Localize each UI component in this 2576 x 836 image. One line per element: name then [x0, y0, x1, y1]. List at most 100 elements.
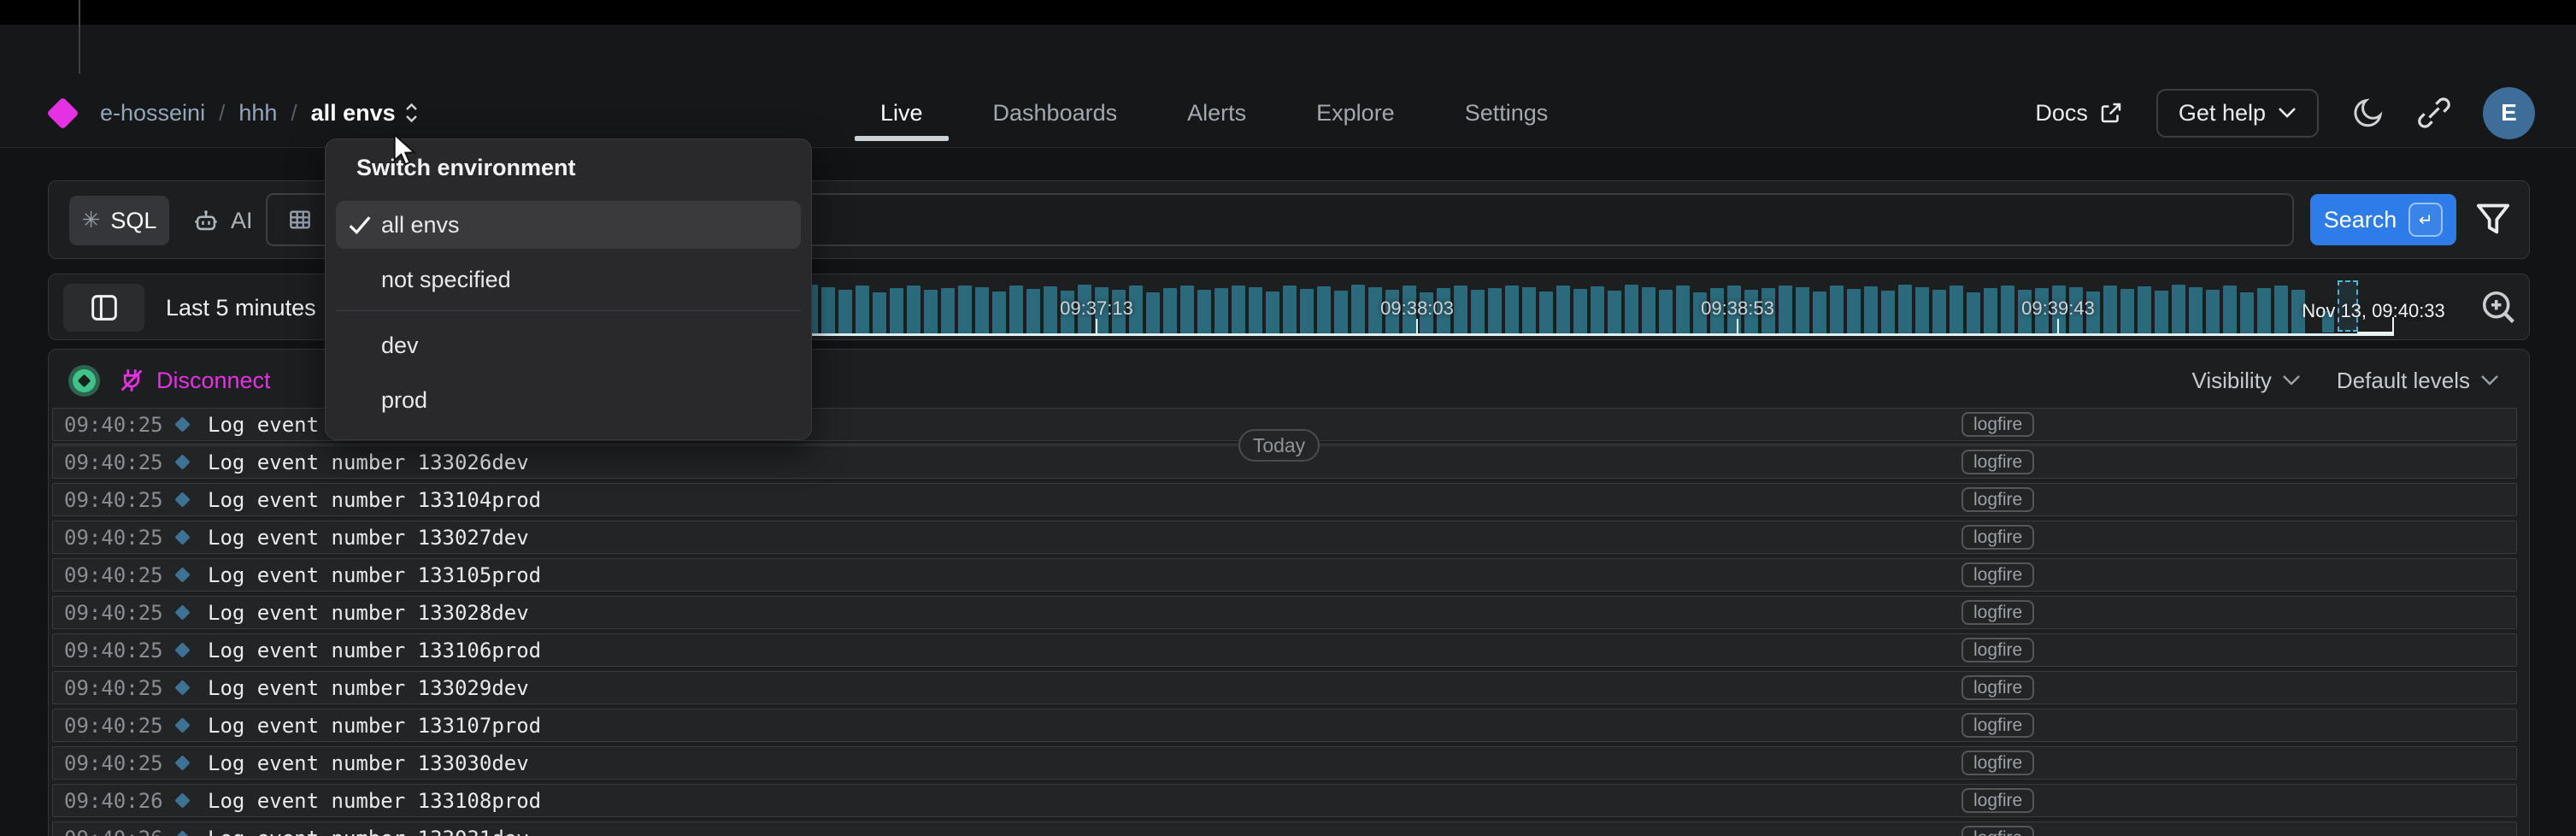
search-button[interactable]: Search ↵	[2310, 194, 2456, 245]
log-level-diamond-icon	[174, 642, 190, 657]
timeline-tick-label: 09:37:13	[1011, 297, 1182, 320]
check-icon	[347, 213, 373, 237]
log-row[interactable]: 09:40:25Log event number 133106prodlogfi…	[52, 633, 2517, 667]
unplug-icon	[117, 366, 146, 395]
default-levels-dropdown[interactable]: Default levels	[2337, 368, 2499, 394]
filter-funnel-icon[interactable]	[2473, 198, 2514, 239]
scope-badge: logfire	[1961, 751, 2034, 775]
chevron-down-icon	[2480, 374, 2499, 386]
histogram-bar	[1573, 289, 1587, 334]
histogram-bar	[1214, 288, 1228, 334]
scope-badge: logfire	[1961, 675, 2034, 700]
log-timestamp: 09:40:25	[64, 488, 177, 512]
live-recording-inner	[73, 369, 96, 392]
histogram-bar	[1300, 289, 1314, 334]
docs-label: Docs	[2035, 100, 2088, 127]
env-option-all-envs[interactable]: all envs	[336, 201, 801, 249]
search-button-label: Search	[2324, 207, 2397, 233]
log-level-diamond-icon	[174, 604, 190, 620]
log-timestamp: 09:40:25	[64, 714, 177, 738]
tab-settings[interactable]: Settings	[1465, 100, 1549, 127]
log-row[interactable]: 09:40:25Log event number 133028devlogfir…	[52, 596, 2517, 629]
timeline-tick-mark	[1096, 319, 1097, 334]
live-panel-controls: Visibility Default levels	[2191, 350, 2499, 411]
histogram-bar	[1266, 291, 1279, 334]
robot-icon	[191, 206, 221, 235]
env-option-prod[interactable]: prod	[336, 376, 801, 424]
log-row[interactable]: 09:40:26Log event number 133108prodlogfi…	[52, 784, 2517, 817]
breadcrumb-project[interactable]: hhh	[238, 100, 277, 127]
updown-chevron-icon	[404, 102, 419, 124]
log-row[interactable]: 09:40:25Log event number 133027devlogfir…	[52, 521, 2517, 554]
share-link-icon[interactable]	[2418, 97, 2450, 129]
breadcrumb: e-hosseini / hhh / all envs	[46, 85, 419, 141]
log-row[interactable]: 09:40:25Log event number 133107prodlogfi…	[52, 709, 2517, 742]
external-link-icon	[2098, 100, 2124, 126]
log-row[interactable]: 09:40:26Log event number 133031devlogfir…	[52, 821, 2517, 836]
scope-badge: logfire	[1961, 638, 2034, 662]
histogram-bar	[2257, 288, 2271, 334]
log-row[interactable]: 09:40:25Log event number 133105prodlogfi…	[52, 558, 2517, 592]
histogram-bar	[838, 290, 852, 334]
tab-alerts[interactable]: Alerts	[1187, 100, 1246, 127]
log-message: Log event number 133030dev	[208, 751, 529, 775]
get-help-button[interactable]: Get help	[2156, 89, 2319, 138]
timeline-tick-mark	[1416, 319, 1418, 334]
histogram-bar	[1197, 290, 1211, 334]
time-range-selector[interactable]: Last 5 minutes	[166, 274, 345, 341]
histogram-bar	[924, 290, 938, 334]
log-timestamp: 09:40:25	[64, 526, 177, 550]
log-message: Log event	[208, 413, 319, 437]
log-row[interactable]: 09:40:25Log event number 133030devlogfir…	[52, 746, 2517, 780]
visibility-dropdown[interactable]: Visibility	[2191, 368, 2300, 394]
tab-dashboards[interactable]: Dashboards	[993, 100, 1118, 127]
disconnect-button[interactable]: Disconnect	[117, 350, 271, 411]
scope-badge: logfire	[1961, 450, 2034, 474]
log-message: Log event number 133106prod	[208, 639, 541, 662]
env-option-dev[interactable]: dev	[336, 321, 801, 369]
histogram-bar	[1915, 287, 1929, 334]
chevron-down-icon	[2278, 107, 2297, 119]
histogram-bar	[1830, 286, 1844, 334]
env-option-label: not specified	[381, 267, 511, 293]
dropdown-divider	[336, 310, 801, 311]
log-message: Log event number 133107prod	[208, 714, 541, 738]
docs-link[interactable]: Docs	[2035, 100, 2124, 127]
log-row[interactable]: 09:40:25Log event number 133104prodlogfi…	[52, 483, 2517, 516]
tab-live[interactable]: Live	[880, 100, 923, 127]
disconnect-label: Disconnect	[156, 368, 271, 394]
histogram-bar	[2223, 286, 2237, 334]
scope-badge: logfire	[1961, 412, 2034, 437]
time-range-label: Last 5 minutes	[166, 295, 316, 321]
visibility-label: Visibility	[2191, 368, 2271, 394]
sidebar-toggle-button[interactable]	[63, 284, 144, 332]
log-message: Log event number 133028dev	[208, 601, 529, 625]
histogram-bar	[1591, 286, 1604, 334]
env-dropdown-list: all envs not specified dev prod	[326, 201, 811, 431]
timeline-tick-mark	[1737, 319, 1738, 334]
histogram-bar	[1505, 286, 1519, 334]
histogram-bar	[2189, 287, 2203, 334]
environment-dropdown-menu: Switch environment all envsnot specified…	[325, 138, 812, 440]
breadcrumb-org[interactable]: e-hosseini	[100, 100, 205, 127]
timeline-end-tick	[2392, 317, 2394, 333]
histogram-bar	[890, 288, 903, 334]
tab-explore[interactable]: Explore	[1316, 100, 1395, 127]
env-option-not-specified[interactable]: not specified	[336, 256, 801, 303]
logfire-logo-icon	[46, 97, 79, 129]
zoom-in-button[interactable]	[2479, 288, 2519, 327]
user-avatar[interactable]: E	[2483, 87, 2535, 139]
scope-badge: logfire	[1961, 525, 2034, 550]
dark-mode-moon-icon[interactable]	[2351, 96, 2385, 130]
scope-badge: logfire	[1961, 487, 2034, 512]
environment-selector[interactable]: all envs	[311, 100, 419, 127]
histogram-bar	[975, 287, 989, 334]
timeline-end-tick	[2357, 332, 2394, 334]
log-row[interactable]: 09:40:25Log event number 133029devlogfir…	[52, 671, 2517, 704]
log-level-diamond-icon	[174, 492, 190, 507]
histogram-bar	[1932, 290, 1946, 334]
ai-mode-button[interactable]: AI	[181, 196, 263, 245]
sql-mode-button[interactable]: ✳ SQL	[69, 196, 169, 245]
log-timestamp: 09:40:25	[64, 563, 177, 587]
live-recording-icon[interactable]	[68, 365, 100, 397]
